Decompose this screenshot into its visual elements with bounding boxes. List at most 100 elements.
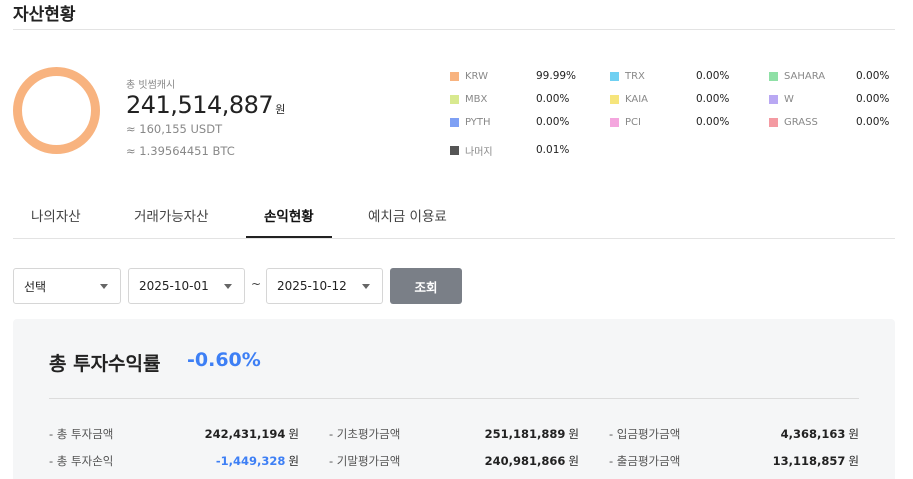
metric-amount: 4,368,163 (780, 427, 846, 441)
type-select[interactable]: 선택 (13, 268, 121, 304)
legend-name: KRW (465, 70, 488, 82)
metric-value: 13,118,857 원 (773, 453, 859, 469)
asset-summary: 총 빗썸캐시 241,514,887 원 ≈ 160,155 USDT ≈ 1.3… (126, 76, 285, 158)
asset-tabs: 나의자산 거래가능자산 손익현황 예치금 이용료 (13, 195, 895, 239)
legend-swatch-pyth (450, 117, 459, 127)
metric-unit: 원 (568, 427, 579, 441)
legend-pct: 0.00% (856, 93, 890, 105)
legend-name: 나머지 (465, 146, 493, 158)
legend-pct: 0.00% (696, 116, 730, 128)
legend-name: W (784, 93, 794, 105)
legend-item-krw: KRW 99.99% (450, 68, 576, 84)
legend-swatch-w (769, 94, 778, 104)
total-return-rate: -0.60% (187, 349, 261, 371)
title-divider (13, 29, 895, 30)
metric-value: 242,431,194 원 (205, 426, 299, 442)
legend-name: TRX (625, 70, 645, 82)
metric-unit: 원 (848, 454, 859, 468)
metric-label: - 기초평가금액 (329, 427, 401, 441)
legend-name: SAHARA (784, 70, 826, 82)
legend-item-kaia: KAIA 0.00% (610, 91, 729, 107)
metric-unit: 원 (288, 454, 299, 468)
legend-swatch-others (450, 145, 459, 155)
metric-label: - 총 투자손익 (49, 454, 114, 468)
legend-name: GRASS (784, 116, 818, 128)
metric-closing-valuation: - 기말평가금액 240,981,866 원 (329, 453, 579, 469)
panel-title: 총 투자수익률 (49, 353, 161, 375)
end-date-value: 2025-10-12 (277, 279, 347, 293)
legend-swatch-sahara (769, 71, 778, 81)
tab-profit-loss[interactable]: 손익현황 (246, 205, 332, 238)
legend-pct: 0.00% (696, 93, 730, 105)
chevron-down-icon (362, 284, 370, 289)
chevron-down-icon (224, 284, 232, 289)
metric-amount: 13,118,857 (772, 454, 846, 468)
legend-name: KAIA (625, 93, 649, 105)
metric-unit: 원 (568, 454, 579, 468)
metric-value: 251,181,889 원 (485, 426, 579, 442)
legend-item-trx: TRX 0.00% (610, 68, 729, 84)
legend-swatch-pci (610, 117, 619, 127)
legend-item-w: W 0.00% (769, 91, 889, 107)
metric-value: 240,981,866 원 (485, 453, 579, 469)
legend-pct: 0.00% (536, 116, 570, 128)
start-date-select[interactable]: 2025-10-01 (128, 268, 245, 304)
total-cash-unit: 원 (275, 103, 285, 116)
tab-my-assets[interactable]: 나의자산 (13, 205, 99, 238)
donut-ring-krw (13, 67, 100, 154)
btc-equivalent: ≈ 1.39564451 BTC (126, 144, 235, 158)
metric-withdrawal-valuation: - 출금평가금액 13,118,857 원 (609, 453, 859, 469)
tab-deposit-fee[interactable]: 예치금 이용료 (350, 205, 465, 238)
metric-total-investment: - 총 투자금액 242,431,194 원 (49, 426, 299, 442)
legend-swatch-kaia (610, 94, 619, 104)
asset-legend: KRW 99.99% TRX 0.00% SAHARA 0.00% MBX 0.… (450, 68, 900, 168)
legend-swatch-krw (450, 71, 459, 81)
legend-item-mbx: MBX 0.00% (450, 91, 569, 107)
legend-swatch-trx (610, 71, 619, 81)
start-date-value: 2025-10-01 (139, 279, 209, 293)
end-date-select[interactable]: 2025-10-12 (266, 268, 383, 304)
metric-total-pnl: - 총 투자손익 -1,449,328 원 (49, 453, 299, 469)
usdt-equivalent: ≈ 160,155 USDT (126, 122, 223, 136)
chevron-down-icon (100, 284, 108, 289)
total-cash-label: 총 빗썸캐시 (126, 80, 176, 91)
total-cash-amount: 241,514,887 (126, 91, 274, 119)
legend-item-pci: PCI 0.00% (610, 114, 729, 130)
metric-value: -1,449,328 원 (216, 453, 299, 469)
search-button[interactable]: 조회 (390, 268, 462, 304)
legend-item-pyth: PYTH 0.00% (450, 114, 569, 130)
metric-label: - 입금평가금액 (609, 427, 681, 441)
metric-opening-valuation: - 기초평가금액 251,181,889 원 (329, 426, 579, 442)
type-select-value: 선택 (24, 279, 47, 294)
metric-unit: 원 (288, 427, 299, 441)
legend-item-sahara: SAHARA 0.00% (769, 68, 889, 84)
legend-item-others: 나머지 0.01% (450, 142, 569, 158)
metric-deposit-valuation: - 입금평가금액 4,368,163 원 (609, 426, 859, 442)
legend-pct: 0.00% (856, 116, 890, 128)
total-cash-value: 241,514,887 원 (126, 91, 285, 119)
legend-name: PYTH (465, 116, 491, 128)
legend-item-grass: GRASS 0.00% (769, 114, 889, 130)
legend-pct: 0.01% (536, 144, 570, 156)
metric-label: - 출금평가금액 (609, 454, 681, 468)
tab-tradable-assets[interactable]: 거래가능자산 (116, 205, 227, 238)
metric-label: - 기말평가금액 (329, 454, 401, 468)
page-title: 자산현황 (13, 5, 76, 25)
metric-amount: 240,981,866 (484, 454, 566, 468)
metric-value: 4,368,163 원 (781, 426, 859, 442)
legend-pct: 0.00% (856, 70, 890, 82)
asset-donut-chart (13, 67, 100, 154)
legend-name: MBX (465, 93, 488, 105)
metric-amount: 251,181,889 (484, 427, 566, 441)
legend-swatch-mbx (450, 94, 459, 104)
legend-pct: 0.00% (536, 93, 570, 105)
panel-divider (49, 398, 859, 399)
legend-pct: 99.99% (536, 70, 577, 82)
date-range-separator: ~ (251, 277, 262, 291)
metric-amount: -1,449,328 (215, 454, 286, 468)
legend-pct: 0.00% (696, 70, 730, 82)
profit-summary-panel: 총 투자수익률 -0.60% - 총 투자금액 242,431,194 원 - 기… (13, 319, 895, 479)
legend-swatch-grass (769, 117, 778, 127)
metric-label: - 총 투자금액 (49, 427, 114, 441)
metric-unit: 원 (848, 427, 859, 441)
